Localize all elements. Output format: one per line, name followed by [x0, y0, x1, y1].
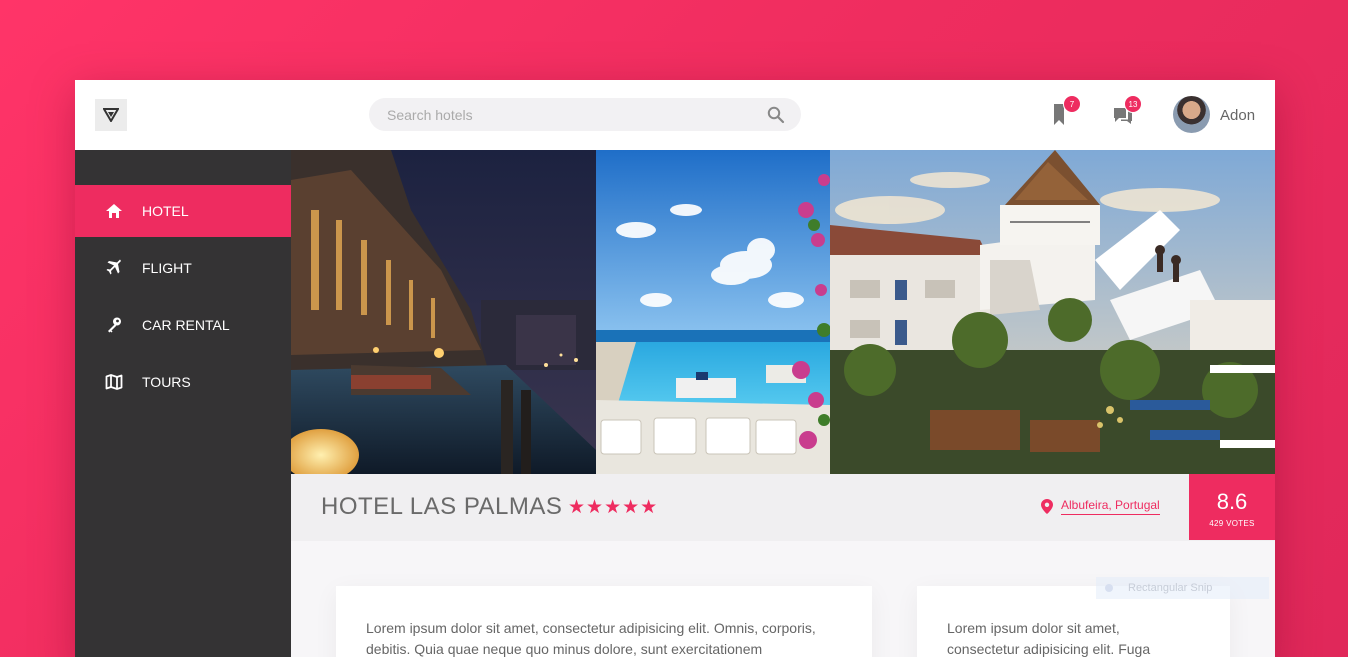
- home-icon: [104, 201, 124, 221]
- hotel-info-bar: HOTEL LAS PALMAS ★★★★★ Albufeira, Portug…: [291, 474, 1275, 541]
- key-icon: [104, 315, 124, 335]
- sidebar-item-flight[interactable]: FLIGHT: [75, 242, 291, 294]
- score-value: 8.6: [1216, 489, 1248, 514]
- hotel-photo-villa[interactable]: [830, 150, 1275, 474]
- sidebar: HOTEL FLIGHT CAR RENTAL TOURS: [75, 150, 291, 657]
- hotel-location[interactable]: Albufeira, Portugal: [1041, 498, 1160, 515]
- hotel-name: HOTEL LAS PALMAS: [321, 493, 563, 520]
- sidebar-item-label: FLIGHT: [142, 260, 192, 276]
- sidebar-item-car-rental[interactable]: CAR RENTAL: [75, 299, 291, 351]
- search-input[interactable]: [387, 98, 747, 131]
- messages-badge: 13: [1124, 95, 1142, 113]
- logo-icon[interactable]: [95, 99, 127, 131]
- sidebar-item-label: CAR RENTAL: [142, 317, 230, 333]
- bookmarks-badge: 7: [1063, 95, 1081, 113]
- plane-icon: [104, 258, 124, 278]
- location-link[interactable]: Albufeira, Portugal: [1061, 498, 1160, 515]
- location-pin-icon: [1041, 499, 1053, 514]
- sidebar-item-tours[interactable]: TOURS: [75, 356, 291, 408]
- sidebar-item-hotel[interactable]: HOTEL: [75, 185, 291, 237]
- description-text: Lorem ipsum dolor sit amet, consectetur …: [366, 620, 816, 657]
- top-bar: 7 13 Adon: [75, 80, 1275, 150]
- search-bar: [369, 98, 801, 131]
- snip-icon: [1105, 584, 1113, 592]
- hotel-photo-night-pool[interactable]: [291, 150, 596, 474]
- content-area: Lorem ipsum dolor sit amet, consectetur …: [291, 541, 1275, 657]
- review-text: Lorem ipsum dolor sit amet, consectetur …: [947, 620, 1151, 657]
- description-card: Lorem ipsum dolor sit amet, consectetur …: [336, 586, 872, 657]
- rectangular-snip-overlay[interactable]: Rectangular Snip: [1096, 577, 1269, 599]
- hotel-rating-stars: ★★★★★: [568, 497, 659, 518]
- hotel-photo-infinity-pool[interactable]: [596, 150, 830, 474]
- app-window: 7 13 Adon HOTEL FLIGHT: [75, 80, 1275, 657]
- avatar[interactable]: [1173, 96, 1210, 133]
- map-icon: [104, 372, 124, 392]
- photo-gallery: [291, 150, 1275, 474]
- votes-count: 429 VOTES: [1209, 519, 1255, 528]
- search-icon[interactable]: [767, 106, 785, 124]
- sidebar-item-label: TOURS: [142, 374, 191, 390]
- snip-label: Rectangular Snip: [1128, 582, 1213, 594]
- messages-button[interactable]: 13: [1108, 95, 1142, 130]
- sidebar-item-label: HOTEL: [142, 203, 189, 219]
- bookmarks-button[interactable]: 7: [1047, 95, 1081, 130]
- score-box: 8.6 429 VOTES: [1189, 474, 1275, 540]
- user-name[interactable]: Adon: [1220, 107, 1255, 124]
